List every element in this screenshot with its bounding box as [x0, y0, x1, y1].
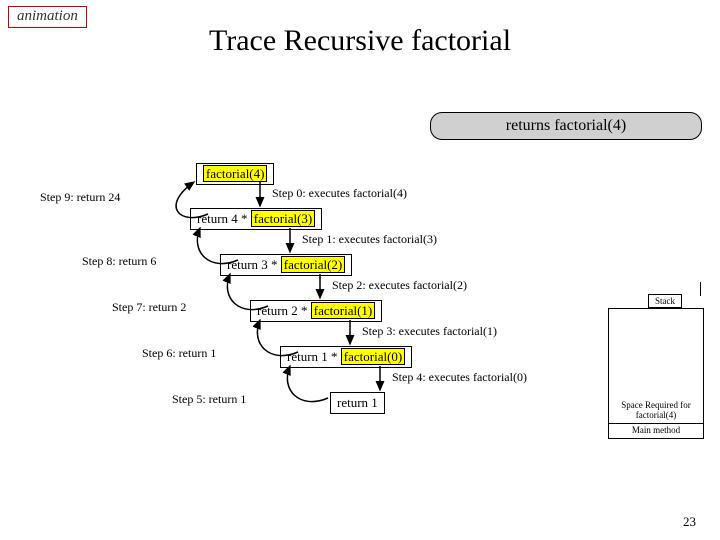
- step-5-label: Step 5: return 1: [172, 392, 246, 407]
- page-title: Trace Recursive factorial: [0, 24, 720, 58]
- call-highlight: factorial(3): [251, 210, 315, 227]
- stack-tick: [700, 282, 701, 296]
- step-3-label: Step 3: executes factorial(1): [362, 324, 497, 339]
- stack-empty: [608, 308, 704, 399]
- step-1-label: Step 1: executes factorial(3): [302, 232, 437, 247]
- step-8-label: Step 8: return 6: [82, 254, 156, 269]
- call-highlight: factorial(2): [281, 256, 345, 273]
- step-9-label: Step 9: return 24: [40, 190, 120, 205]
- node-return-1: return 1: [330, 392, 385, 414]
- step-2-label: Step 2: executes factorial(2): [332, 278, 467, 293]
- return-expr: return 4 *: [197, 211, 251, 226]
- return-expr: return 2 *: [257, 303, 311, 318]
- stack-diagram: Space Required for factorial(4) Main met…: [608, 308, 704, 439]
- stack-label: Stack: [648, 294, 682, 308]
- call-highlight: factorial(4): [203, 165, 267, 182]
- return-expr: return 1: [337, 395, 378, 410]
- step-0-label: Step 0: executes factorial(4): [272, 186, 407, 201]
- node-factorial-3: return 4 * factorial(3): [190, 208, 322, 230]
- call-highlight: factorial(1): [311, 302, 375, 319]
- node-factorial-0: return 1 * factorial(0): [280, 346, 412, 368]
- return-expr: return 3 *: [227, 257, 281, 272]
- return-expr: return 1 *: [287, 349, 341, 364]
- node-factorial-2: return 3 * factorial(2): [220, 254, 352, 276]
- stack-frame-factorial-4: Space Required for factorial(4): [608, 399, 704, 424]
- step-4-label: Step 4: executes factorial(0): [392, 370, 527, 385]
- call-highlight: factorial(0): [341, 348, 405, 365]
- arrows-layer: [0, 0, 720, 540]
- step-7-label: Step 7: return 2: [112, 300, 186, 315]
- page-number: 23: [683, 514, 696, 530]
- step-6-label: Step 6: return 1: [142, 346, 216, 361]
- stack-frame-main: Main method: [608, 424, 704, 439]
- node-factorial-1: return 2 * factorial(1): [250, 300, 382, 322]
- node-factorial-4: factorial(4): [196, 163, 274, 185]
- slide: animation Trace Recursive factorial retu…: [0, 0, 720, 540]
- caption-box: returns factorial(4): [430, 112, 702, 140]
